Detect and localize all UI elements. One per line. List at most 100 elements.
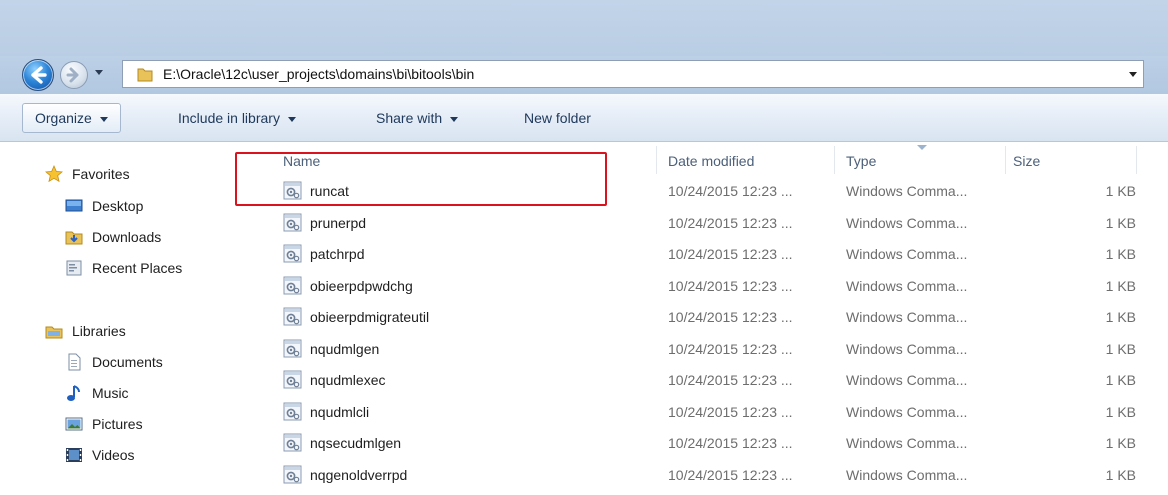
file-size: 1 KB xyxy=(1105,214,1136,231)
file-date-modified: 10/24/2015 12:23 ... xyxy=(668,403,793,420)
batch-file-icon xyxy=(283,213,302,231)
batch-file-icon xyxy=(283,244,302,263)
file-row[interactable]: obieerpdpwdchg 10/24/2015 12:23 ... Wind… xyxy=(262,273,1168,299)
star-icon xyxy=(45,165,63,183)
file-row[interactable]: nqsecudmlgen 10/24/2015 12:23 ... Window… xyxy=(262,430,1168,456)
file-date-modified: 10/24/2015 12:23 ... xyxy=(668,246,793,262)
recent-pages-dropdown[interactable] xyxy=(95,70,103,75)
batch-file-icon xyxy=(283,402,302,420)
chevron-down-icon xyxy=(99,116,108,122)
batch-file-icon xyxy=(283,370,302,389)
file-row[interactable]: obieerpdmigrateutil 10/24/2015 12:23 ...… xyxy=(262,304,1168,330)
command-toolbar: Organize Include in library Share with N… xyxy=(0,94,1168,142)
share-with-label: Share with xyxy=(376,110,443,126)
music-note-icon xyxy=(67,385,80,401)
batch-file-icon xyxy=(283,433,302,452)
address-bar[interactable]: E:\Oracle\12c\user_projects\domains\bi\b… xyxy=(122,60,1144,88)
nav-label-recent-places: Recent Places xyxy=(92,260,183,276)
file-row[interactable]: nqudmlexec 10/24/2015 12:23 ... Windows … xyxy=(262,367,1168,393)
nav-label-videos: Videos xyxy=(92,447,135,463)
file-date-modified: 10/24/2015 12:23 ... xyxy=(668,214,793,231)
file-row[interactable]: patchrpd 10/24/2015 12:23 ... Windows Co… xyxy=(262,241,1168,267)
file-name: patchrpd xyxy=(310,246,365,262)
file-size: 1 KB xyxy=(1105,277,1136,294)
column-header-type[interactable]: Type xyxy=(846,148,876,174)
file-type: Windows Comma... xyxy=(846,183,968,199)
file-size: 1 KB xyxy=(1105,183,1136,199)
address-row: E:\Oracle\12c\user_projects\domains\bi\b… xyxy=(0,56,1168,94)
file-name: obieerpdpwdchg xyxy=(310,277,413,294)
highlight-box xyxy=(235,152,607,206)
batch-file-icon xyxy=(283,339,302,357)
back-arrow-icon xyxy=(31,66,47,84)
libraries-icon xyxy=(45,326,63,339)
folder-icon xyxy=(137,68,153,82)
organize-button[interactable]: Organize xyxy=(22,103,121,133)
file-row[interactable]: nqudmlgen 10/24/2015 12:23 ... Windows C… xyxy=(262,336,1168,362)
file-date-modified: 10/24/2015 12:23 ... xyxy=(668,466,793,483)
share-with-button[interactable]: Share with xyxy=(364,103,470,133)
file-size: 1 KB xyxy=(1105,466,1136,483)
column-divider[interactable] xyxy=(656,146,657,174)
include-in-library-label: Include in library xyxy=(178,110,280,126)
file-size: 1 KB xyxy=(1105,372,1136,388)
new-folder-button[interactable]: New folder xyxy=(512,103,603,133)
column-header-date-modified[interactable]: Date modified xyxy=(668,148,754,174)
forward-arrow-icon xyxy=(66,67,79,83)
column-header-size[interactable]: Size xyxy=(1013,148,1040,174)
file-name: nqudmlgen xyxy=(310,340,380,357)
file-type: Windows Comma... xyxy=(846,246,968,262)
file-name: nqsecudmlgen xyxy=(310,435,402,451)
file-date-modified: 10/24/2015 12:23 ... xyxy=(668,340,793,357)
file-date-modified: 10/24/2015 12:23 ... xyxy=(668,435,793,451)
file-size: 1 KB xyxy=(1105,309,1136,325)
documents-icon xyxy=(68,353,81,371)
file-row[interactable]: prunerpd 10/24/2015 12:23 ... Windows Co… xyxy=(262,210,1168,236)
file-name: nqudmlexec xyxy=(310,372,386,388)
recent-places-icon xyxy=(66,260,82,276)
chevron-down-icon xyxy=(287,116,296,122)
nav-label-music: Music xyxy=(92,385,129,401)
file-type: Windows Comma... xyxy=(846,435,968,451)
chevron-down-icon xyxy=(450,116,459,122)
address-dropdown-icon[interactable] xyxy=(1129,72,1137,77)
new-folder-label: New folder xyxy=(524,110,591,126)
column-divider[interactable] xyxy=(1005,146,1006,174)
desktop-icon xyxy=(65,199,83,212)
file-type: Windows Comma... xyxy=(846,403,968,420)
pictures-icon xyxy=(65,417,83,431)
column-divider[interactable] xyxy=(1136,146,1137,174)
file-type: Windows Comma... xyxy=(846,466,968,483)
nav-label-documents: Documents xyxy=(92,354,163,370)
include-in-library-button[interactable]: Include in library xyxy=(166,103,308,133)
file-type: Windows Comma... xyxy=(846,277,968,294)
batch-file-icon xyxy=(283,276,302,294)
nav-label-desktop: Desktop xyxy=(92,198,144,214)
navigation-pane: Favorites Desktop Downloads Recent Place… xyxy=(0,142,262,495)
file-date-modified: 10/24/2015 12:23 ... xyxy=(668,309,793,325)
file-name: obieerpdmigrateutil xyxy=(310,309,430,325)
file-date-modified: 10/24/2015 12:23 ... xyxy=(668,183,793,199)
file-row[interactable]: nqudmlcli 10/24/2015 12:23 ... Windows C… xyxy=(262,399,1168,425)
file-size: 1 KB xyxy=(1105,403,1136,420)
videos-icon xyxy=(66,448,82,462)
nav-label-libraries: Libraries xyxy=(72,323,126,339)
sort-indicator-icon xyxy=(917,145,927,150)
column-divider[interactable] xyxy=(834,146,835,174)
file-size: 1 KB xyxy=(1105,340,1136,357)
address-path[interactable]: E:\Oracle\12c\user_projects\domains\bi\b… xyxy=(163,66,474,82)
nav-label-downloads: Downloads xyxy=(92,229,162,245)
file-date-modified: 10/24/2015 12:23 ... xyxy=(668,372,793,388)
file-name: nqudmlcli xyxy=(310,403,370,420)
batch-file-icon xyxy=(283,465,302,483)
file-name: prunerpd xyxy=(310,214,367,231)
file-type: Windows Comma... xyxy=(846,214,968,231)
window-title-bar xyxy=(0,0,1168,56)
file-row[interactable]: nqgenoldverrpd 10/24/2015 12:23 ... Wind… xyxy=(262,462,1168,488)
forward-button[interactable] xyxy=(60,61,88,89)
file-type: Windows Comma... xyxy=(846,372,968,388)
file-size: 1 KB xyxy=(1105,435,1136,451)
back-button[interactable] xyxy=(22,59,54,91)
downloads-folder-icon xyxy=(65,231,83,245)
organize-label: Organize xyxy=(35,110,92,126)
